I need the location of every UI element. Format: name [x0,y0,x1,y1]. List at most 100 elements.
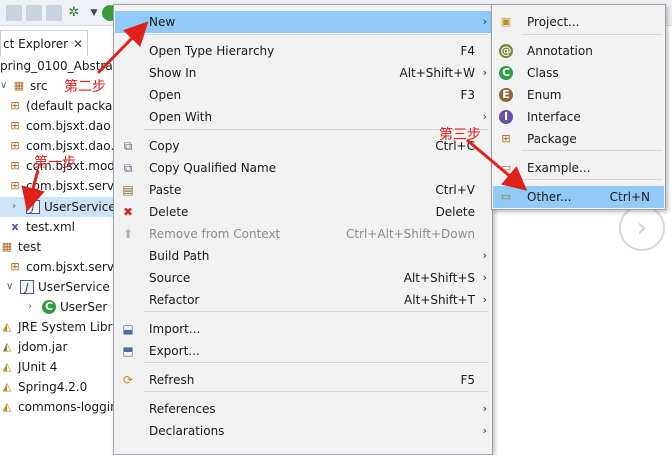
menu-item-shortcut: Delete [435,205,475,219]
tree-row[interactable]: ⊞ com.bjsxt.servi [0,257,115,277]
chevron-right-icon[interactable]: › [12,197,22,217]
menu-item-shortcut: Ctrl+Alt+Shift+Down [345,227,475,241]
tree-row-label: UserService [44,200,116,214]
tree-row[interactable]: ⊞ com.bjsxt.servi [0,176,116,196]
menu-separator [144,34,488,35]
chevron-right-icon[interactable]: › [28,297,38,317]
tree-row[interactable]: ∨ J UserService [0,277,115,297]
tree-row[interactable]: ◭ Spring4.2.0 [0,377,115,397]
submenu-item-class[interactable]: C Class [493,62,664,84]
tree-row-label: src [30,79,48,93]
submenu-separator [522,34,662,35]
class-icon: C [42,300,56,314]
copy-toolbar-icon[interactable] [26,5,42,21]
tree-row-label: UserService [38,280,110,294]
chevron-down-icon[interactable]: ▼ [86,5,102,21]
save-all-icon[interactable] [6,5,22,21]
menu-item-label: Export... [149,344,200,358]
tree-row[interactable]: x test.xml [0,217,115,237]
delete-icon: ✖ [122,205,134,219]
menu-separator [144,311,488,312]
refresh-icon: ⟳ [122,373,134,387]
menu-item-shortcut: Alt+Shift+W [399,66,476,80]
submenu-item-label: Enum [527,88,562,102]
chevron-right-icon: › [482,293,487,306]
tree-row[interactable]: ⊞ (default packag [0,96,115,116]
close-icon[interactable]: ✕ [73,31,83,56]
menu-item-import[interactable]: ⬓ Import... [115,318,491,340]
tree-row[interactable]: › C UserSer [0,297,115,317]
step1-annotation: 第一步 [34,155,76,171]
menu-item-copy[interactable]: ⧉ Copy Ctrl+C [115,135,491,157]
submenu-item-label: Annotation [527,44,593,58]
tree-row[interactable]: ⊞ com.bjsxt.dao [0,116,115,136]
context-menu: New › Open Type Hierarchy F4 Show In Alt+Shif… [113,4,493,455]
xml-file-icon: x [11,220,19,233]
menu-item-references[interactable]: References › [115,398,491,420]
chevron-right-icon: › [482,249,487,262]
menu-item-new[interactable]: New › [115,11,491,33]
other-icon: ▭ [500,190,512,203]
chevron-down-icon[interactable]: ∨ [6,277,16,297]
submenu-item-annotation[interactable]: @ Annotation [493,40,664,62]
menu-item-build-path[interactable]: Build Path › [115,245,491,267]
tree-row-label: com.bjsxt.servi [26,179,116,193]
menu-item-copy-qualified-name[interactable]: ⧉ Copy Qualified Name [115,157,491,179]
menu-item-declarations[interactable]: Declarations › [115,420,491,442]
menu-item-label: Delete [149,205,189,219]
tree-row[interactable]: ◭ JUnit 4 [0,357,115,377]
submenu-item-project[interactable]: ▣ Project... [493,11,664,33]
interface-icon: I [499,110,513,124]
tree-row[interactable]: ▦ test [0,237,115,257]
menu-item-export[interactable]: ⬒ Export... [115,340,491,362]
submenu-item-example[interactable]: ▭ Example... [493,157,664,179]
menu-item-source[interactable]: Source Alt+Shift+S › [115,267,491,289]
paste-icon: ▤ [122,183,134,197]
package-explorer: pring_0100_Abstract ∨ ▦ src ⊞ (default packag… [0,56,116,455]
menu-item-refresh[interactable]: ⟳ Refresh F5 [115,369,491,391]
menu-item-label: Open With [149,110,213,124]
library-icon: ◭ [2,400,12,413]
menu-item-show-in[interactable]: Show In Alt+Shift+W › [115,62,491,84]
tree-row-label: Spring4.2.0 [18,380,88,394]
chevron-right-icon: › [482,66,487,79]
menu-item-refactor[interactable]: Refactor Alt+Shift+T › [115,289,491,311]
menu-item-label: Import... [149,322,201,336]
tree-row[interactable]: ◭ JRE System Librar [0,317,115,337]
chevron-right-icon: › [482,271,487,284]
menu-item-label: Source [149,271,191,285]
submenu-item-package[interactable]: ⊞ Package [493,128,664,150]
folder-icon: ▦ [13,79,25,92]
menu-item-label: Refresh [149,373,195,387]
menu-item-open-type-hierarchy[interactable]: Open Type Hierarchy F4 [115,40,491,62]
chevron-down-icon[interactable]: ∨ [0,76,10,96]
debug-icon[interactable]: ✲ [66,5,82,21]
menu-item-label: Refactor [149,293,200,307]
tree-row-label: commons-logging [18,400,116,414]
package-icon: ⊞ [10,99,20,112]
next-arrow-icon[interactable]: › [619,205,665,251]
menu-item-label: Copy [149,139,180,153]
print-icon[interactable] [46,5,62,21]
package-icon: ⊞ [10,260,20,273]
chevron-right-icon: › [482,110,487,123]
folder-icon: ▦ [1,240,13,253]
package-explorer-tab[interactable]: ct Explorer ✕ [0,30,88,56]
tree-row[interactable]: › J UserService [0,197,116,217]
package-icon: ⊞ [10,159,20,172]
submenu-item-enum[interactable]: E Enum [493,84,664,106]
submenu-item-interface[interactable]: I Interface [493,106,664,128]
step2-annotation: 第二步 [64,79,106,95]
menu-item-delete[interactable]: ✖ Delete Delete [115,201,491,223]
menu-item-paste[interactable]: ▤ Paste Ctrl+V [115,179,491,201]
menu-item-label: Open [149,88,182,102]
tree-row[interactable]: ◭ jdom.jar [0,337,115,357]
tree-row-label: com.bjsxt.dao [26,119,111,133]
tree-row[interactable]: pring_0100_Abstract [0,56,115,76]
menu-item-shortcut: Alt+Shift+T [404,293,475,307]
tree-row[interactable]: ◭ commons-logging [0,397,116,417]
submenu-item-label: Project... [527,15,580,29]
submenu-item-other[interactable]: ▭ Other... Ctrl+N [493,186,664,208]
menu-item-open-with[interactable]: Open With › [115,106,491,128]
menu-item-open[interactable]: Open F3 [115,84,491,106]
